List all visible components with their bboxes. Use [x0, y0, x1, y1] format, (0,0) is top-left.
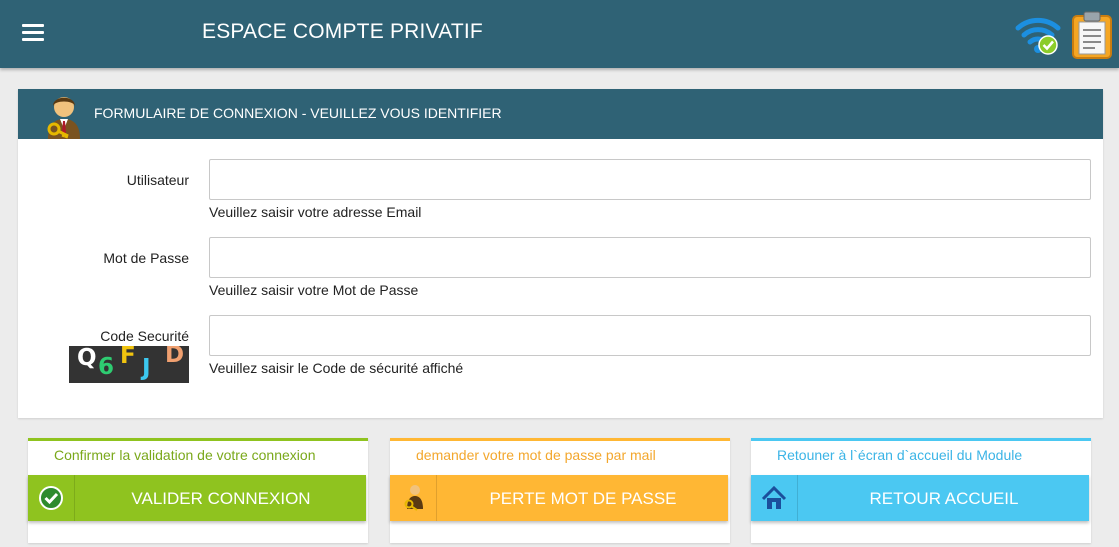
top-bar: ESPACE COMPTE PRIVATIF — [0, 0, 1119, 68]
validate-card: Confirmer la validation de votre connexi… — [28, 438, 368, 543]
username-label: Utilisateur — [126, 172, 189, 188]
security-code-label: Code Securité — [100, 328, 189, 344]
validate-button-label: VALIDER CONNEXION — [131, 489, 311, 508]
form-header: FORMULAIRE DE CONNEXION - VEUILLEZ VOUS … — [18, 89, 1103, 139]
captcha-char: J — [142, 355, 151, 381]
form-title: FORMULAIRE DE CONNEXION - VEUILLEZ VOUS … — [94, 105, 502, 121]
return-home-button[interactable]: RETOUR ACCUEIL — [751, 475, 1089, 521]
username-hint: Veuillez saisir votre adresse Email — [209, 204, 422, 220]
lost-password-button[interactable]: PERTE MOT DE PASSE — [390, 475, 728, 521]
hamburger-menu-icon[interactable] — [22, 24, 44, 42]
clipboard-icon[interactable] — [1071, 10, 1113, 60]
validate-connection-button[interactable]: VALIDER CONNEXION — [28, 475, 366, 521]
password-hint: Veuillez saisir votre Mot de Passe — [209, 282, 419, 298]
return-home-card: Retouner à l`écran d`accueil du Module R… — [751, 438, 1091, 543]
lost-password-button-label: PERTE MOT DE PASSE — [489, 489, 677, 508]
captcha-image: Q 6 F J D — [69, 346, 189, 383]
home-icon — [751, 475, 798, 521]
captcha-char: D — [165, 346, 185, 368]
captcha-char: F — [120, 346, 136, 369]
wifi-connected-icon[interactable] — [1015, 12, 1061, 56]
security-code-input[interactable] — [209, 315, 1091, 356]
password-input[interactable] — [209, 237, 1091, 278]
return-home-caption: Retouner à l`écran d`accueil du Module — [777, 447, 1023, 463]
password-label: Mot de Passe — [103, 250, 189, 266]
login-form-panel: FORMULAIRE DE CONNEXION - VEUILLEZ VOUS … — [18, 89, 1103, 418]
return-home-button-label: RETOUR ACCUEIL — [869, 489, 1019, 508]
validate-caption: Confirmer la validation de votre connexi… — [54, 447, 316, 463]
lost-password-caption: demander votre mot de passe par mail — [416, 447, 656, 463]
username-input[interactable] — [209, 159, 1091, 200]
user-key-icon — [47, 97, 80, 139]
captcha-char: 6 — [98, 354, 115, 380]
person-key-icon — [390, 475, 437, 521]
lost-password-card: demander votre mot de passe par mail PER… — [390, 438, 730, 543]
captcha-char: Q — [77, 346, 97, 371]
app-title: ESPACE COMPTE PRIVATIF — [202, 20, 483, 43]
check-circle-icon — [28, 475, 75, 521]
security-code-hint: Veuillez saisir le Code de sécurité affi… — [209, 360, 464, 376]
